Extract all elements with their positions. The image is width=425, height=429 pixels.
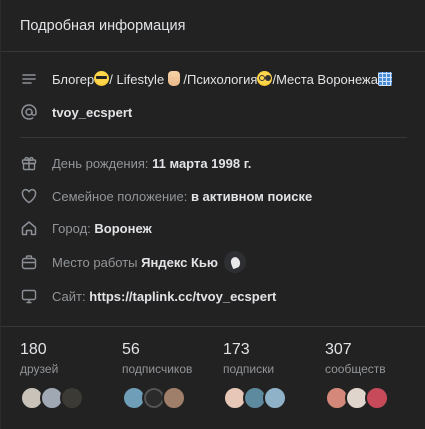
divider <box>20 137 407 138</box>
subscriptions-counter[interactable]: 173 подписки <box>223 341 287 410</box>
relationship-row: Семейное положение: в активном поиске <box>20 184 312 208</box>
communities-count: 307 <box>325 341 352 358</box>
work-row: Место работы Яндекс Кью <box>20 250 247 274</box>
avatar[interactable] <box>365 386 389 410</box>
relationship-label: Семейное положение: <box>52 188 188 204</box>
followers-caption: подписчиков <box>122 362 193 376</box>
gift-icon <box>20 154 38 172</box>
avatar[interactable] <box>60 386 84 410</box>
nickname-value: tvoy_ecspert <box>52 104 133 120</box>
avatar[interactable] <box>162 386 186 410</box>
monitor-icon <box>20 287 38 305</box>
birthday-label: День рождения: <box>52 155 149 171</box>
followers-avatars[interactable] <box>122 386 192 410</box>
site-row: Сайт: https://taplink.cc/tvoy_ecspert <box>20 284 276 308</box>
nickname-row: tvoy_ecspert <box>20 100 132 124</box>
followers-counter[interactable]: 56 подписчиков <box>122 341 192 410</box>
bio-text: Блогер / Lifestyle /Психология/Места Воро… <box>52 71 392 87</box>
work-value[interactable]: Яндекс Кью <box>141 255 218 270</box>
divider <box>1 326 425 327</box>
counters-block: 180 друзей 56 подписчиков 173 подписки 3… <box>1 341 425 421</box>
bio-row: Блогер / Lifestyle /Психология/Места Воро… <box>20 67 392 91</box>
friends-counter[interactable]: 180 друзей <box>20 341 84 410</box>
site-link[interactable]: https://taplink.cc/tvoy_ecspert <box>89 289 276 304</box>
friends-count: 180 <box>20 341 47 358</box>
subscriptions-avatars[interactable] <box>223 386 287 410</box>
birthday-row: День рождения: 11 марта 1998 г. <box>20 151 251 175</box>
at-sign-icon <box>20 103 38 121</box>
section-title: Подробная информация <box>20 18 186 34</box>
briefcase-icon <box>20 253 38 271</box>
followers-count: 56 <box>122 341 140 358</box>
communities-avatars[interactable] <box>325 386 389 410</box>
friends-caption: друзей <box>20 362 59 376</box>
relationship-value: в активном поиске <box>190 188 313 204</box>
divider <box>1 51 425 52</box>
city-row: Город: Воронеж <box>20 216 152 240</box>
profile-info-panel: Подробная информация Блогер / Lifestyle /… <box>0 0 425 429</box>
city-value[interactable]: Воронеж <box>94 221 151 236</box>
subscriptions-count: 173 <box>223 341 250 358</box>
menu-lines-icon <box>20 70 38 88</box>
site-label: Сайт: <box>52 288 86 304</box>
home-icon <box>20 219 38 237</box>
city-label: Город: <box>52 220 91 236</box>
birthday-value[interactable]: 11 марта 1998 г. <box>152 156 251 171</box>
avatar[interactable] <box>263 386 287 410</box>
heart-icon <box>20 187 38 205</box>
communities-caption: сообществ <box>325 362 386 376</box>
cityscape-emoji-icon <box>377 72 392 86</box>
communities-counter[interactable]: 307 сообществ <box>325 341 389 410</box>
victory-hand-emoji-icon <box>167 71 180 86</box>
work-label: Место работы <box>52 254 138 270</box>
friends-avatars[interactable] <box>20 386 84 410</box>
subscriptions-caption: подписки <box>223 362 275 376</box>
sunglasses-emoji-icon <box>94 71 110 86</box>
nerd-face-emoji-icon <box>257 71 273 86</box>
yandex-q-logo-icon[interactable] <box>224 251 247 273</box>
